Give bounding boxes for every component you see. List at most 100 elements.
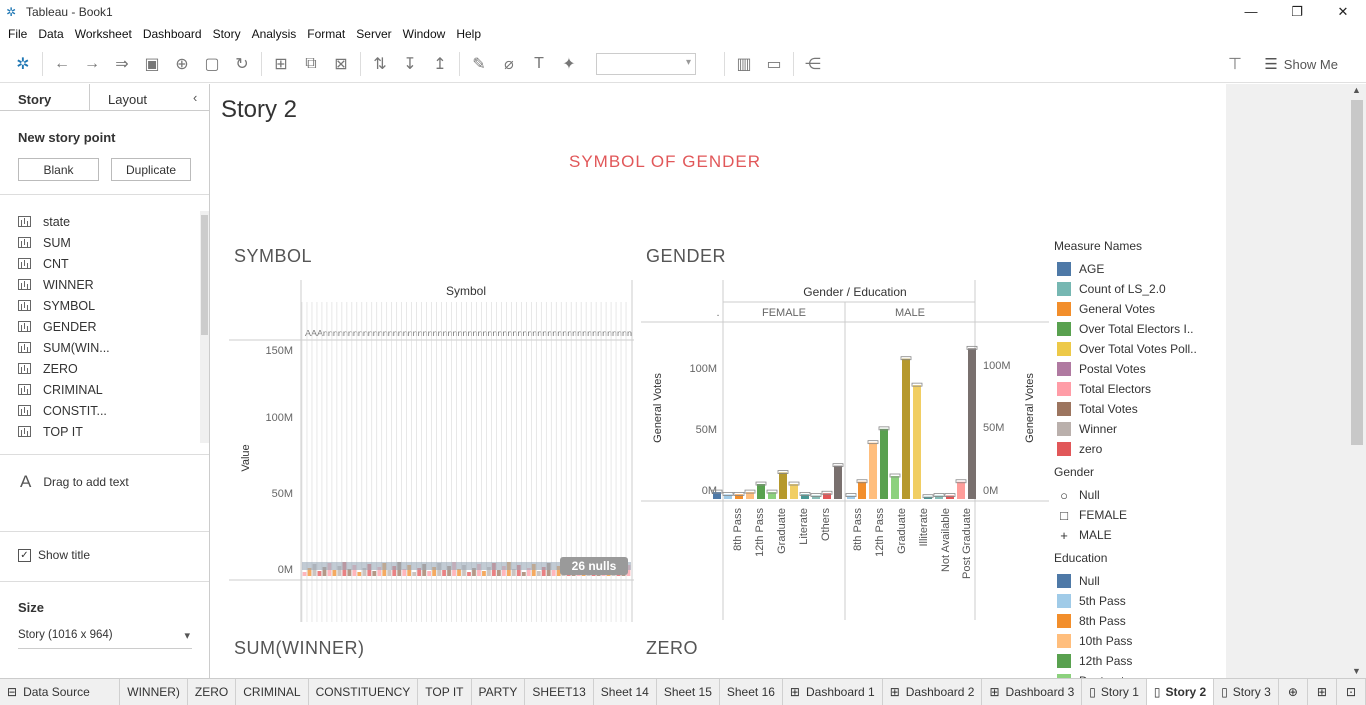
legend-item[interactable]: 8th Pass xyxy=(1054,611,1219,631)
legend-item[interactable]: Null xyxy=(1054,571,1219,591)
fit-dropdown[interactable] xyxy=(596,52,696,75)
sheet-item-symbol[interactable]: SYMBOL xyxy=(0,295,200,316)
pause-updates-icon[interactable]: ▢ xyxy=(197,50,227,78)
new-worksheet-icon[interactable]: ⊞ xyxy=(266,50,296,78)
gender-bar[interactable] xyxy=(869,442,877,499)
symbol-mark[interactable] xyxy=(302,572,307,576)
highlight-icon[interactable]: ✎ xyxy=(464,50,494,78)
legend-item[interactable]: 12th Pass xyxy=(1054,651,1219,671)
show-title-checkbox[interactable]: ✓ Show title xyxy=(18,548,90,562)
drag-to-add-text[interactable]: A Drag to add text xyxy=(20,472,129,492)
menu-dashboard[interactable]: Dashboard xyxy=(143,27,202,41)
symbol-mark[interactable] xyxy=(442,570,446,576)
legend-item[interactable]: Winner xyxy=(1054,419,1219,439)
symbol-mark[interactable] xyxy=(551,570,556,576)
gender-bar[interactable] xyxy=(834,465,842,499)
refresh-icon[interactable]: ↻ xyxy=(227,50,257,78)
sheet-tab[interactable]: ⊟ Data Source xyxy=(0,679,121,705)
sheet-item-zero[interactable]: ZERO xyxy=(0,358,200,379)
legend-item[interactable]: Over Total Votes Poll.. xyxy=(1054,339,1219,359)
symbol-mark[interactable] xyxy=(521,572,526,576)
sheet-item-state[interactable]: state xyxy=(0,211,200,232)
new-data-source-icon[interactable]: ⊕ xyxy=(167,50,197,78)
menu-format[interactable]: Format xyxy=(307,27,345,41)
gender-bar[interactable] xyxy=(847,495,855,499)
duplicate-sheet-icon[interactable]: ⧉ xyxy=(296,50,326,78)
swap-rows-columns-icon[interactable]: ⇅ xyxy=(365,50,395,78)
legend-item[interactable]: Count of LS_2.0 xyxy=(1054,279,1219,299)
menu-help[interactable]: Help xyxy=(456,27,481,41)
fix-axes-icon[interactable]: ✦ xyxy=(554,50,584,78)
gender-education-chart[interactable]: Gender / Education . FEMALE MALE General… xyxy=(641,280,1049,622)
legend-item[interactable]: Total Votes xyxy=(1054,399,1219,419)
symbol-mark[interactable] xyxy=(427,571,432,576)
scrollbar-thumb[interactable] xyxy=(201,215,208,335)
gender-bar[interactable] xyxy=(968,348,976,499)
sheet-tab[interactable]: SHEET13 xyxy=(525,679,594,705)
symbol-mark[interactable] xyxy=(402,569,407,576)
scroll-down-icon[interactable]: ▼ xyxy=(1352,666,1361,676)
sheet-tab[interactable]: ▯ Story 3 xyxy=(1214,679,1279,705)
gender-bar[interactable] xyxy=(779,472,787,499)
sheet-tab[interactable]: Sheet 16 xyxy=(720,679,783,705)
clear-sheet-icon[interactable]: ⊠ xyxy=(326,50,356,78)
sheet-tab[interactable]: ZERO xyxy=(188,679,237,705)
sheet-tab[interactable]: CONSTITUENCY xyxy=(309,679,419,705)
story-title[interactable]: Story 2 xyxy=(221,96,297,124)
scrollbar-thumb[interactable] xyxy=(1351,100,1363,445)
menu-server[interactable]: Server xyxy=(356,27,391,41)
symbol-mark[interactable] xyxy=(372,571,377,576)
gender-bar[interactable] xyxy=(913,385,921,499)
replay-icon[interactable]: ⇒ xyxy=(107,50,137,78)
symbol-mark[interactable] xyxy=(412,572,417,576)
share-icon[interactable]: ⋲ xyxy=(798,50,828,78)
legend-item[interactable]: + MALE xyxy=(1054,525,1219,545)
gender-bar[interactable] xyxy=(935,495,943,499)
menu-window[interactable]: Window xyxy=(403,27,446,41)
gender-bar[interactable] xyxy=(858,481,866,499)
format-painter-icon[interactable]: ⊤ xyxy=(1220,50,1250,78)
gender-bar[interactable] xyxy=(957,481,965,499)
menu-file[interactable]: File xyxy=(8,27,27,41)
sheet-item-criminal[interactable]: CRIMINAL xyxy=(0,379,200,400)
sheet-item-top-it[interactable]: TOP IT xyxy=(0,421,200,442)
symbol-mark[interactable] xyxy=(332,570,337,576)
sheet-tab[interactable]: TOP IT xyxy=(418,679,472,705)
legend-item[interactable]: Over Total Electors I.. xyxy=(1054,319,1219,339)
legend-item[interactable]: zero xyxy=(1054,439,1219,459)
sheet-tab[interactable]: PARTY xyxy=(472,679,526,705)
presentation-mode-icon[interactable]: ▭ xyxy=(759,50,789,78)
legend-item[interactable]: AGE xyxy=(1054,259,1219,279)
menu-story[interactable]: Story xyxy=(213,27,241,41)
gender-bar[interactable] xyxy=(946,495,954,499)
blank-button[interactable]: Blank xyxy=(18,158,99,181)
show-cards-icon[interactable]: ▥ xyxy=(729,50,759,78)
symbol-chart[interactable]: Symbol AAAnnnnnnnnnnnnnnnnnnnnnnnnnnnnnn… xyxy=(229,280,634,622)
sheet-tab[interactable]: CRIMINAL xyxy=(236,679,309,705)
new-dashboard-icon[interactable]: ⊞ xyxy=(1308,679,1337,705)
sort-ascending-icon[interactable]: ↧ xyxy=(395,50,425,78)
show-mark-labels-icon[interactable]: T xyxy=(524,50,554,78)
sheet-tab[interactable]: WINNER) xyxy=(120,679,188,705)
sheet-tab[interactable]: ▯ Story 2 xyxy=(1146,679,1215,705)
tableau-home-icon[interactable]: ✲ xyxy=(8,50,38,78)
gender-bar[interactable] xyxy=(812,495,820,499)
sheet-tab[interactable]: ⊞ Dashboard 2 xyxy=(883,679,983,705)
symbol-mark[interactable] xyxy=(497,570,501,576)
sheet-item-cnt[interactable]: CNT xyxy=(0,253,200,274)
menu-analysis[interactable]: Analysis xyxy=(252,27,297,41)
legend-item[interactable]: General Votes xyxy=(1054,299,1219,319)
symbol-mark[interactable] xyxy=(457,569,461,576)
tab-layout[interactable]: Layout xyxy=(90,84,180,110)
legend-item[interactable]: ○ Null xyxy=(1054,485,1219,505)
sheet-item-constituency[interactable]: CONSTIT... xyxy=(0,400,200,421)
symbol-mark[interactable] xyxy=(387,570,392,576)
size-dropdown[interactable]: Story (1016 x 964) xyxy=(18,629,192,649)
sheet-tab[interactable]: ⊞ Dashboard 3 xyxy=(982,679,1083,705)
symbol-mark[interactable] xyxy=(357,572,362,576)
save-icon[interactable]: ▣ xyxy=(137,50,167,78)
menu-data[interactable]: Data xyxy=(38,27,63,41)
duplicate-button[interactable]: Duplicate xyxy=(111,158,191,181)
gender-bar[interactable] xyxy=(790,484,798,499)
sheet-item-sum-winner[interactable]: SUM(WIN... xyxy=(0,337,200,358)
